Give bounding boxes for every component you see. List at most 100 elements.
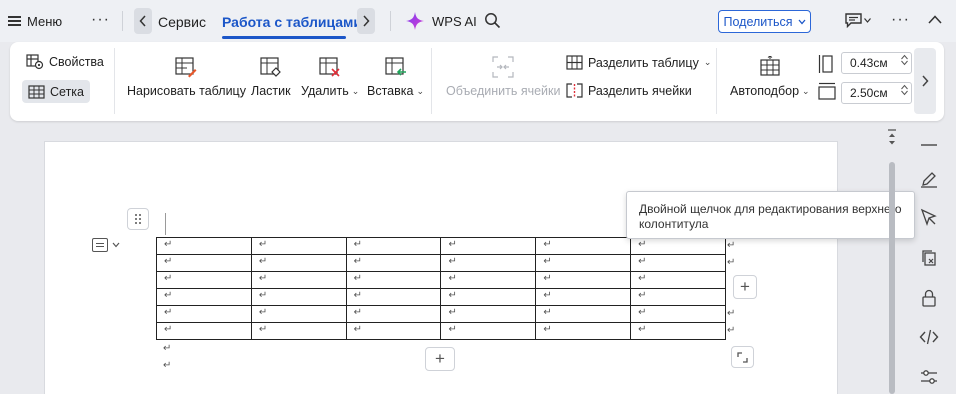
table-cell[interactable]: ↵	[250, 322, 347, 340]
table-move-handle[interactable]	[127, 208, 149, 230]
insert-button[interactable]: Вставка ⌄	[367, 56, 424, 98]
table-cell[interactable]: ↵	[535, 288, 632, 306]
split-cells-button[interactable]: Разделить ячейки	[566, 83, 692, 98]
pen-icon[interactable]	[918, 168, 940, 190]
collapse-ribbon-button[interactable]	[928, 15, 942, 24]
text-cursor	[165, 213, 166, 235]
table-cell[interactable]: ↵	[345, 305, 442, 323]
comments-button[interactable]	[845, 13, 871, 28]
chevron-down-icon	[864, 18, 871, 23]
table-cell[interactable]: ↵	[156, 305, 252, 323]
add-row-button[interactable]: +	[425, 347, 455, 371]
document-table[interactable]: ↵ ↵ ↵ ↵ ↵ ↵ ↵ ↵ ↵ ↵ ↵ ↵ ↵ ↵ ↵ ↵ ↵ ↵ ↵ ↵ ↵ ↵ ↵ ↵ ↵ ↵ ↵ ↵ ↵ ↵ ↵ ↵ ↵ ↵ ↵…	[156, 237, 726, 340]
pointer-icon[interactable]	[918, 206, 940, 228]
table-cell[interactable]: ↵	[630, 254, 726, 272]
spinner-arrows-icon[interactable]	[901, 84, 908, 96]
chevron-right-icon	[922, 75, 929, 87]
search-button[interactable]	[484, 12, 501, 29]
divider	[122, 11, 123, 31]
merge-cells-button[interactable]: Объединить ячейки	[446, 56, 561, 98]
caret-down-icon: ⌄	[703, 57, 712, 67]
document-compare-icon[interactable]	[918, 247, 940, 269]
table-properties-icon	[26, 54, 44, 70]
table-cell[interactable]: ↵	[156, 288, 252, 306]
ribbon-scroll-right-button[interactable]	[914, 48, 936, 114]
table-cell[interactable]: ↵	[345, 254, 442, 272]
table-resize-handle[interactable]	[731, 346, 754, 368]
vertical-scrollbar[interactable]	[886, 126, 898, 394]
table-cell[interactable]: ↵	[630, 288, 726, 306]
table-cell[interactable]: ↵	[250, 288, 347, 306]
table-cell[interactable]: ↵	[440, 322, 537, 340]
table-cell[interactable]: ↵	[345, 322, 442, 340]
autofit-button[interactable]: Автоподбор ⌄	[730, 56, 810, 98]
scroll-tabs-right-button[interactable]	[357, 8, 375, 34]
header-edit-tooltip: Двойной щелчок для редактирования верхне…	[626, 191, 915, 239]
paragraph-mark: ↵	[163, 360, 172, 371]
add-column-button[interactable]: +	[733, 275, 757, 299]
table-cell[interactable]: ↵	[440, 254, 537, 272]
table-cell[interactable]: ↵	[630, 271, 726, 289]
draw-table-button[interactable]: Нарисовать таблицу	[127, 56, 246, 98]
row-end-mark: ↵	[727, 308, 736, 319]
wps-ai-button[interactable]: WPS AI	[406, 12, 477, 30]
table-cell[interactable]: ↵	[156, 254, 252, 272]
cell-height-input[interactable]: 2.50см	[841, 82, 912, 104]
table-cell[interactable]: ↵	[250, 237, 347, 255]
scrollbar-thumb[interactable]	[889, 162, 895, 394]
tab-table-tools[interactable]: Работа с таблицами	[222, 14, 362, 30]
table-cell[interactable]: ↵	[250, 254, 347, 272]
paragraph-mark: ↵	[163, 343, 172, 354]
table-cell[interactable]: ↵	[535, 254, 632, 272]
row-end-mark: ↵	[727, 257, 736, 268]
delete-label: Удалить	[301, 84, 349, 98]
more-dots-icon: ···	[91, 11, 110, 28]
ribbon-divider	[114, 48, 115, 114]
divider	[390, 11, 391, 31]
cell-width-input[interactable]: 0.43см	[841, 52, 912, 74]
menu-button[interactable]: Меню	[8, 10, 62, 32]
table-cell[interactable]: ↵	[535, 305, 632, 323]
minus-icon[interactable]	[918, 134, 940, 156]
table-cell[interactable]: ↵	[440, 288, 537, 306]
table-cell[interactable]: ↵	[250, 271, 347, 289]
table-cell[interactable]: ↵	[156, 322, 252, 340]
column-width-icon	[818, 55, 833, 73]
table-cell[interactable]: ↵	[345, 271, 442, 289]
more-options-button[interactable]: ···	[91, 11, 110, 29]
split-table-button[interactable]: Разделить таблицу ⌄	[566, 55, 711, 70]
table-cell[interactable]: ↵	[345, 237, 442, 255]
share-label: Поделиться	[723, 14, 793, 29]
split-table-icon	[566, 55, 583, 70]
share-button[interactable]: Поделиться	[718, 10, 811, 33]
caret-down-icon: ⌄	[416, 85, 425, 96]
table-cell[interactable]: ↵	[440, 237, 537, 255]
table-cell[interactable]: ↵	[535, 271, 632, 289]
sliders-icon[interactable]	[918, 366, 940, 388]
table-cell[interactable]: ↵	[440, 305, 537, 323]
code-icon[interactable]	[918, 326, 940, 348]
delete-button[interactable]: Удалить ⌄	[301, 56, 359, 98]
scroll-top-icon[interactable]	[887, 128, 897, 151]
properties-button[interactable]: Свойства	[26, 54, 104, 70]
grid-toggle-button[interactable]: Сетка	[22, 80, 90, 103]
table-cell[interactable]: ↵	[156, 237, 252, 255]
delete-table-icon	[319, 57, 340, 77]
table-cell[interactable]: ↵	[630, 322, 726, 340]
tab-service[interactable]: Сервис	[158, 14, 206, 30]
table-quick-menu[interactable]	[92, 235, 128, 255]
table-cell[interactable]: ↵	[535, 237, 632, 255]
table-cell[interactable]: ↵	[440, 271, 537, 289]
table-cell[interactable]: ↵	[630, 305, 726, 323]
scroll-tabs-left-button[interactable]	[134, 8, 152, 34]
spinner-arrows-icon[interactable]	[901, 54, 908, 66]
more-options-button-right[interactable]: ···	[891, 11, 910, 29]
table-cell[interactable]: ↵	[535, 322, 632, 340]
table-cell[interactable]: ↵	[345, 288, 442, 306]
table-cell[interactable]: ↵	[156, 271, 252, 289]
table-cell[interactable]: ↵	[630, 237, 726, 255]
search-icon	[485, 13, 501, 29]
table-cell[interactable]: ↵	[250, 305, 347, 323]
eraser-button[interactable]: Ластик	[251, 56, 291, 98]
lock-icon[interactable]	[918, 287, 940, 309]
